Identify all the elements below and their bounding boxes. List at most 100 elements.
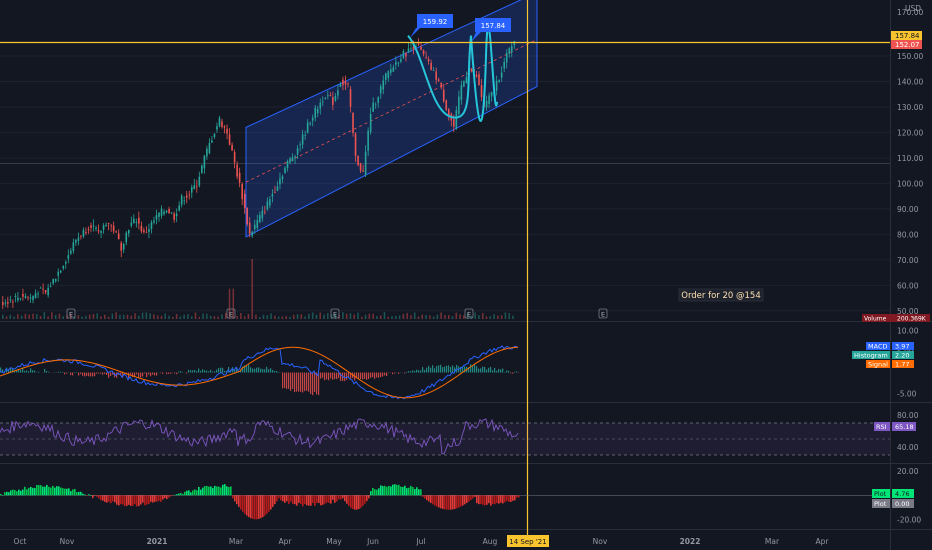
macd-histogram-bar [246,366,248,373]
oscillator-bar [236,495,238,505]
candle [4,302,7,304]
candle [478,74,480,86]
oscillator-bar [228,487,230,496]
price-axis[interactable]: 50.0060.0070.0080.0090.00100.00110.00120… [897,52,923,316]
macd-histogram-bar [190,370,192,373]
oscillator-bar [440,495,442,509]
oscillator-bar [112,495,114,502]
legend-name: Signal [868,361,888,369]
oscillator-bar [470,495,472,501]
candle [311,117,314,121]
candle [432,70,435,71]
candle [440,82,443,88]
candle [95,227,97,229]
oscillator-bar [182,493,184,496]
volume-bar [17,314,19,319]
oscillator-bar [272,495,274,507]
oscillator-bar [132,495,134,506]
regression-channel[interactable] [245,0,538,238]
oscillator-bar [350,495,352,508]
volume-bar [459,314,461,319]
macd-histogram-bar [484,366,486,373]
volume-bar [187,314,189,319]
svg-text:152.07: 152.07 [895,41,920,49]
oscillator-bar [322,495,324,505]
chart-canvas[interactable]: EEEEE 50.0060.0070.0080.0090.00100.00110… [0,0,932,550]
macd-histogram-bar [38,371,40,373]
order-annotation[interactable]: Order for 20 @154 [678,288,764,302]
oscillator-bar [250,495,252,519]
oscillator-bar [486,495,488,505]
oscillator-bar [448,495,450,510]
oscillator-pane[interactable] [0,484,890,520]
macd-histogram-bar [270,368,272,373]
time-axis-label: Jul [415,537,425,546]
oscillator-bar [176,494,178,496]
macd-legend-item: MACD 3.97 [866,342,914,351]
macd-histogram-bar [140,372,142,378]
last-close-tag: 152.07 [891,40,922,49]
oscillator-bar [178,493,180,496]
candle [392,67,395,72]
oscillator-bar [164,495,166,499]
macd-histogram-bar [290,372,292,391]
time-axis[interactable]: Oct Nov 2021 Mar Apr May Jun Jul Aug Nov 2022 Mar Ap… [14,537,830,546]
oscillator-bar [402,487,404,496]
oscillator-bar [52,485,54,496]
oscillator-bar [50,487,52,496]
macd-histogram-bar [398,372,400,374]
oscillator-bar [348,495,350,507]
volume-bar [383,312,386,319]
oscillator-bar [258,495,260,519]
macd-histogram-bar [500,369,502,373]
volume-bar [126,314,129,319]
macd-histogram-bar [138,372,140,378]
price-scale-top-label: 170.00 [897,8,923,17]
candle [354,133,357,156]
macd-histogram-bar [26,370,28,373]
candle [62,265,65,269]
oscillator-bar [494,495,496,505]
oscillator-bar [296,495,298,506]
oscillator-bar [510,495,512,502]
oscillator-bar [386,486,388,496]
oscillator-bar [306,495,308,506]
candle [425,57,427,59]
oscillator-bar [256,495,258,520]
macd-histogram-bar [260,368,262,373]
candle [510,46,513,53]
volume-bar [455,312,458,319]
rsi-tick-label: 80.00 [897,411,919,420]
volume-bar [372,313,374,319]
macd-histogram-bar [88,372,90,377]
rsi-pane[interactable] [0,418,890,456]
macd-histogram-bar [502,368,504,373]
candle [299,144,301,146]
macd-histogram-bar [94,372,96,377]
volume-bar [149,313,151,319]
macd-histogram-bar [304,372,306,392]
macd-histogram-bar [506,370,508,373]
candle [374,103,377,105]
volume-bar [213,316,216,319]
oscillator-bar [262,495,264,518]
candle [488,95,490,105]
candle [148,228,150,232]
candle [70,250,72,254]
volume-bar [240,313,242,319]
volume-bar [308,313,310,319]
candle [284,167,286,174]
price-tick-label: 140.00 [897,78,923,87]
volume-bar [512,315,514,319]
macd-histogram-bar [372,372,374,378]
volume-bar [247,313,250,319]
candle [294,156,296,158]
volume-bar [493,314,495,319]
time-axis-label: 2022 [680,537,701,546]
macd-histogram-bar [292,372,294,389]
oscillator-bar [274,495,276,505]
volume-bar [81,316,83,319]
time-axis-label: May [326,537,342,546]
macd-pane[interactable] [0,345,520,400]
oscillator-legend-item: Plot 4.76 [872,489,914,498]
